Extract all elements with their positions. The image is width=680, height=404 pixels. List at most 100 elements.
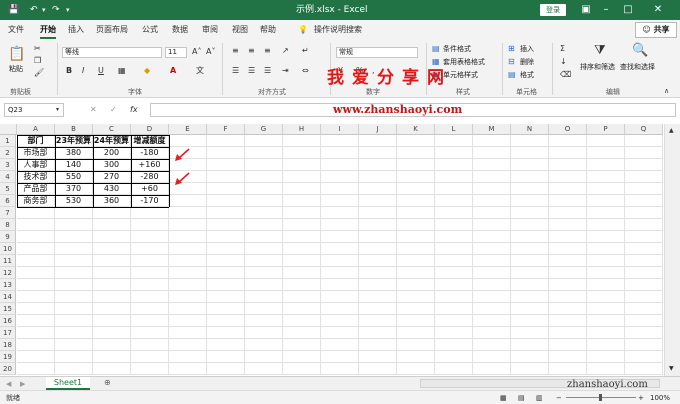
font-color-icon[interactable]: A (170, 66, 176, 76)
row-header-6[interactable]: 6 (0, 195, 16, 207)
redo-icon[interactable]: ↷ (52, 3, 60, 17)
customize-toolbar-icon[interactable]: ▾ (66, 3, 70, 17)
row-header-12[interactable]: 12 (0, 267, 16, 279)
cancel-edit-icon[interactable]: ✕ (90, 105, 97, 115)
insert-cells-icon[interactable]: ⊞ (508, 44, 515, 54)
row-header-20[interactable]: 20 (0, 363, 16, 375)
clear-icon[interactable]: ⌫ (560, 70, 571, 80)
phonetic-icon[interactable]: 文 (196, 66, 204, 76)
tab-page-layout[interactable]: 页面布局 (96, 24, 128, 36)
name-box-dropdown-icon[interactable]: ▾ (56, 105, 59, 115)
align-middle-icon[interactable]: ≡ (248, 46, 255, 56)
row-header-9[interactable]: 9 (0, 231, 16, 243)
scroll-up-icon[interactable]: ▲ (669, 126, 674, 136)
save-icon[interactable]: 💾 (8, 3, 19, 17)
align-top-icon[interactable]: ≡ (232, 46, 239, 56)
row-header-13[interactable]: 13 (0, 279, 16, 291)
insert-function-icon[interactable]: fx (130, 105, 138, 115)
paste-icon[interactable]: 📋 (8, 46, 25, 62)
column-header-i[interactable]: I (321, 124, 359, 135)
row-header-11[interactable]: 11 (0, 255, 16, 267)
close-icon[interactable]: ✕ (650, 2, 666, 18)
name-box[interactable]: Q23 (4, 103, 64, 117)
conditional-format-icon[interactable]: ▤ (432, 44, 440, 54)
row-header-14[interactable]: 14 (0, 291, 16, 303)
vertical-scrollbar[interactable]: ▲ ▼ (664, 124, 680, 376)
tab-formulas[interactable]: 公式 (142, 24, 158, 36)
bold-button[interactable]: B (66, 66, 72, 76)
borders-icon[interactable]: ▦ (118, 66, 126, 76)
merge-center-icon[interactable]: ⇔ (302, 66, 309, 76)
column-header-d[interactable]: D (131, 124, 169, 135)
format-cells-icon[interactable]: ▤ (508, 70, 516, 80)
tab-review[interactable]: 审阅 (202, 24, 218, 36)
column-header-c[interactable]: C (93, 124, 131, 135)
zoom-slider-thumb[interactable] (599, 394, 602, 401)
format-painter-icon[interactable]: 🖌 (34, 68, 44, 78)
undo-icon[interactable]: ↶ (30, 3, 38, 17)
tab-insert[interactable]: 插入 (68, 24, 84, 36)
row-header-7[interactable]: 7 (0, 207, 16, 219)
share-button[interactable]: ☺ 共享 (635, 22, 677, 38)
row-header-18[interactable]: 18 (0, 339, 16, 351)
normal-view-icon[interactable]: ▦ (500, 393, 507, 403)
column-header-a[interactable]: A (17, 124, 55, 135)
column-header-l[interactable]: L (435, 124, 473, 135)
column-header-p[interactable]: P (587, 124, 625, 135)
confirm-edit-icon[interactable]: ✓ (110, 105, 117, 115)
row-header-1[interactable]: 1 (0, 135, 16, 147)
format-cells-button[interactable]: 格式 (520, 70, 534, 80)
zoom-out-icon[interactable]: − (556, 393, 562, 403)
next-sheet-icon[interactable]: ▶ (20, 379, 25, 389)
column-header-g[interactable]: G (245, 124, 283, 135)
page-layout-view-icon[interactable]: ▤ (518, 393, 525, 403)
tab-file[interactable]: 文件 (8, 24, 24, 36)
align-center-icon[interactable]: ☰ (248, 66, 255, 76)
column-header-j[interactable]: J (359, 124, 397, 135)
column-header-m[interactable]: M (473, 124, 511, 135)
scroll-down-icon[interactable]: ▼ (669, 364, 674, 374)
fill-color-icon[interactable]: ◆ (144, 66, 150, 76)
tab-home[interactable]: 开始 (40, 24, 56, 39)
number-format-select[interactable]: 常规 (336, 47, 418, 58)
autosum-icon[interactable]: Σ (560, 44, 565, 54)
column-header-e[interactable]: E (169, 124, 207, 135)
row-header-19[interactable]: 19 (0, 351, 16, 363)
column-header-f[interactable]: F (207, 124, 245, 135)
italic-button[interactable]: I (82, 66, 84, 76)
row-header-5[interactable]: 5 (0, 183, 16, 195)
tab-help[interactable]: 帮助 (260, 24, 276, 36)
column-header-b[interactable]: B (55, 124, 93, 135)
align-right-icon[interactable]: ☰ (264, 66, 271, 76)
zoom-level[interactable]: 100% (650, 393, 670, 403)
minimize-icon[interactable]: – (598, 2, 614, 18)
row-header-2[interactable]: 2 (0, 147, 16, 159)
find-select-icon[interactable]: 🔍 (632, 44, 648, 58)
grow-font-icon[interactable]: A˄ (192, 47, 201, 57)
row-header-15[interactable]: 15 (0, 303, 16, 315)
align-bottom-icon[interactable]: ≡ (264, 46, 271, 56)
orientation-icon[interactable]: ↗ (282, 46, 289, 56)
login-button[interactable]: 登录 (540, 4, 566, 16)
prev-sheet-icon[interactable]: ◀ (6, 379, 11, 389)
fill-icon[interactable]: ↓ (560, 57, 567, 67)
shrink-font-icon[interactable]: A˅ (206, 47, 215, 57)
page-break-view-icon[interactable]: ▥ (536, 393, 543, 403)
insert-cells-button[interactable]: 插入 (520, 44, 534, 54)
sort-filter-button[interactable]: 排序和筛选 (580, 62, 615, 72)
copy-icon[interactable]: ❐ (34, 56, 41, 66)
format-table-icon[interactable]: ▦ (432, 57, 440, 67)
row-header-3[interactable]: 3 (0, 159, 16, 171)
format-as-table-button[interactable]: 套用表格格式 (443, 57, 485, 67)
lightbulb-icon[interactable]: 💡 (298, 24, 308, 36)
indent-icon[interactable]: ⇥ (282, 66, 289, 76)
tab-data[interactable]: 数据 (172, 24, 188, 36)
tab-view[interactable]: 视图 (232, 24, 248, 36)
find-select-button[interactable]: 查找和选择 (620, 62, 655, 72)
column-header-n[interactable]: N (511, 124, 549, 135)
column-header-o[interactable]: O (549, 124, 587, 135)
conditional-format-button[interactable]: 条件格式 (443, 44, 471, 54)
delete-cells-button[interactable]: 删除 (520, 57, 534, 67)
row-header-16[interactable]: 16 (0, 315, 16, 327)
collapse-ribbon-icon[interactable]: ∧ (664, 86, 669, 96)
